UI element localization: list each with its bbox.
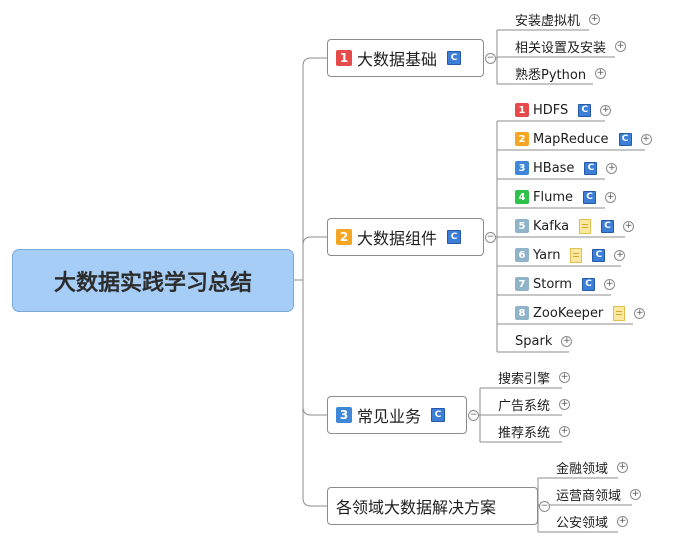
subtopic-label: 熟悉Python	[515, 67, 587, 83]
expand-toggle-icon[interactable]: +	[559, 425, 571, 437]
subtopic-2-9[interactable]: Spark +	[515, 332, 573, 350]
priority-1-icon: 1	[336, 50, 352, 66]
priority-5-icon: 5	[515, 219, 529, 233]
subtopic-label: Flume	[533, 189, 573, 205]
priority-7-icon: 7	[515, 277, 529, 291]
expand-toggle-icon[interactable]: +	[561, 335, 573, 347]
subtopic-label: Storm	[533, 276, 573, 292]
priority-2-icon: 2	[515, 132, 529, 146]
subtopic-2-2[interactable]: 2 MapReduce C +	[515, 130, 652, 148]
expand-toggle-icon[interactable]: +	[623, 220, 635, 232]
attachment-c-icon[interactable]: C	[592, 248, 606, 262]
collapse-toggle-icon[interactable]: −	[468, 409, 479, 421]
expand-toggle-icon[interactable]: +	[600, 104, 612, 116]
expand-toggle-icon[interactable]: +	[604, 278, 616, 290]
topic-2[interactable]: 2 大数据组件 C	[327, 218, 484, 256]
attachment-c-icon[interactable]: C	[583, 190, 596, 204]
subtopic-2-7[interactable]: 7 Storm C +	[515, 275, 616, 293]
attachment-c-icon[interactable]: C	[431, 408, 446, 422]
note-icon[interactable]	[570, 247, 583, 263]
subtopic-label: Yarn	[533, 247, 561, 263]
topic-1[interactable]: 1 大数据基础 C	[327, 39, 484, 77]
subtopic-2-1[interactable]: 1 HDFS C +	[515, 101, 612, 119]
subtopic-2-5[interactable]: 5 Kafka C +	[515, 217, 635, 235]
priority-1-icon: 1	[515, 103, 529, 117]
subtopic-label: 金融领域	[556, 461, 609, 477]
subtopic-2-4[interactable]: 4 Flume C +	[515, 188, 616, 206]
expand-toggle-icon[interactable]: +	[559, 398, 571, 410]
expand-toggle-icon[interactable]: +	[617, 515, 629, 527]
attachment-c-icon[interactable]: C	[447, 51, 462, 65]
expand-toggle-icon[interactable]: +	[559, 371, 571, 383]
subtopic-label: Kafka	[533, 218, 570, 234]
expand-toggle-icon[interactable]: +	[614, 249, 626, 261]
subtopic-3-2[interactable]: 广告系统 +	[498, 395, 571, 414]
subtopic-2-6[interactable]: 6 Yarn C +	[515, 246, 626, 264]
root-topic-label: 大数据实践学习总结	[53, 270, 252, 296]
attachment-c-icon[interactable]: C	[618, 132, 632, 146]
topic-3[interactable]: 3 常见业务 C	[327, 396, 467, 434]
root-topic[interactable]: 大数据实践学习总结	[12, 249, 294, 312]
topic-4[interactable]: 各领域大数据解决方案	[327, 487, 538, 525]
subtopic-label: ZooKeeper	[533, 305, 604, 321]
attachment-c-icon[interactable]: C	[578, 103, 592, 117]
subtopic-label: MapReduce	[533, 131, 609, 147]
attachment-c-icon[interactable]: C	[582, 277, 596, 291]
attachment-c-icon[interactable]: C	[584, 161, 598, 175]
priority-6-icon: 6	[515, 248, 529, 262]
collapse-toggle-icon[interactable]: −	[485, 52, 496, 64]
subtopic-1-1[interactable]: 安装虚拟机 +	[515, 10, 601, 29]
subtopic-label: 搜索引擎	[498, 371, 551, 387]
subtopic-4-3[interactable]: 公安领域 +	[556, 512, 629, 531]
subtopic-label: 广告系统	[498, 398, 551, 414]
subtopic-label: 运营商领域	[556, 488, 622, 504]
subtopic-label: 推荐系统	[498, 425, 551, 441]
expand-toggle-icon[interactable]: +	[589, 13, 601, 25]
topic-label: 大数据基础	[357, 50, 438, 69]
priority-4-icon: 4	[515, 190, 529, 204]
expand-toggle-icon[interactable]: +	[605, 191, 616, 203]
mind-map-canvas: 大数据实践学习总结 1 大数据基础 C − 安装虚拟机 + 相关设置及安装 + 熟悉Python…	[0, 0, 682, 543]
note-icon[interactable]	[613, 305, 626, 321]
topic-label: 常见业务	[357, 407, 422, 426]
subtopic-1-3[interactable]: 熟悉Python +	[515, 64, 607, 83]
expand-toggle-icon[interactable]: +	[630, 488, 642, 500]
expand-toggle-icon[interactable]: +	[634, 307, 646, 319]
attachment-c-icon[interactable]: C	[447, 230, 462, 244]
subtopic-label: HBase	[533, 160, 575, 176]
expand-toggle-icon[interactable]: +	[615, 40, 627, 52]
attachment-c-icon[interactable]: C	[601, 219, 615, 233]
subtopic-label: Spark	[515, 333, 553, 349]
topic-label: 大数据组件	[357, 229, 438, 248]
expand-toggle-icon[interactable]: +	[595, 67, 607, 79]
priority-3-icon: 3	[515, 161, 529, 175]
expand-toggle-icon[interactable]: +	[640, 133, 652, 145]
subtopic-2-8[interactable]: 8 ZooKeeper +	[515, 304, 646, 322]
collapse-toggle-icon[interactable]: −	[485, 231, 496, 243]
subtopic-4-1[interactable]: 金融领域 +	[556, 458, 629, 477]
subtopic-label: HDFS	[533, 102, 569, 118]
collapse-toggle-icon[interactable]: −	[539, 500, 550, 512]
subtopic-label: 公安领域	[556, 515, 609, 531]
subtopic-3-1[interactable]: 搜索引擎 +	[498, 368, 571, 387]
subtopic-label: 相关设置及安装	[515, 40, 607, 56]
note-icon[interactable]	[579, 218, 592, 234]
priority-3-icon: 3	[336, 407, 352, 423]
subtopic-1-2[interactable]: 相关设置及安装 +	[515, 37, 627, 56]
priority-8-icon: 8	[515, 306, 529, 320]
subtopic-label: 安装虚拟机	[515, 13, 581, 29]
subtopic-4-2[interactable]: 运营商领域 +	[556, 485, 642, 504]
priority-2-icon: 2	[336, 229, 352, 245]
expand-toggle-icon[interactable]: +	[617, 461, 629, 473]
topic-label: 各领域大数据解决方案	[336, 498, 497, 517]
subtopic-3-3[interactable]: 推荐系统 +	[498, 422, 571, 441]
subtopic-2-3[interactable]: 3 HBase C +	[515, 159, 618, 177]
expand-toggle-icon[interactable]: +	[606, 162, 618, 174]
